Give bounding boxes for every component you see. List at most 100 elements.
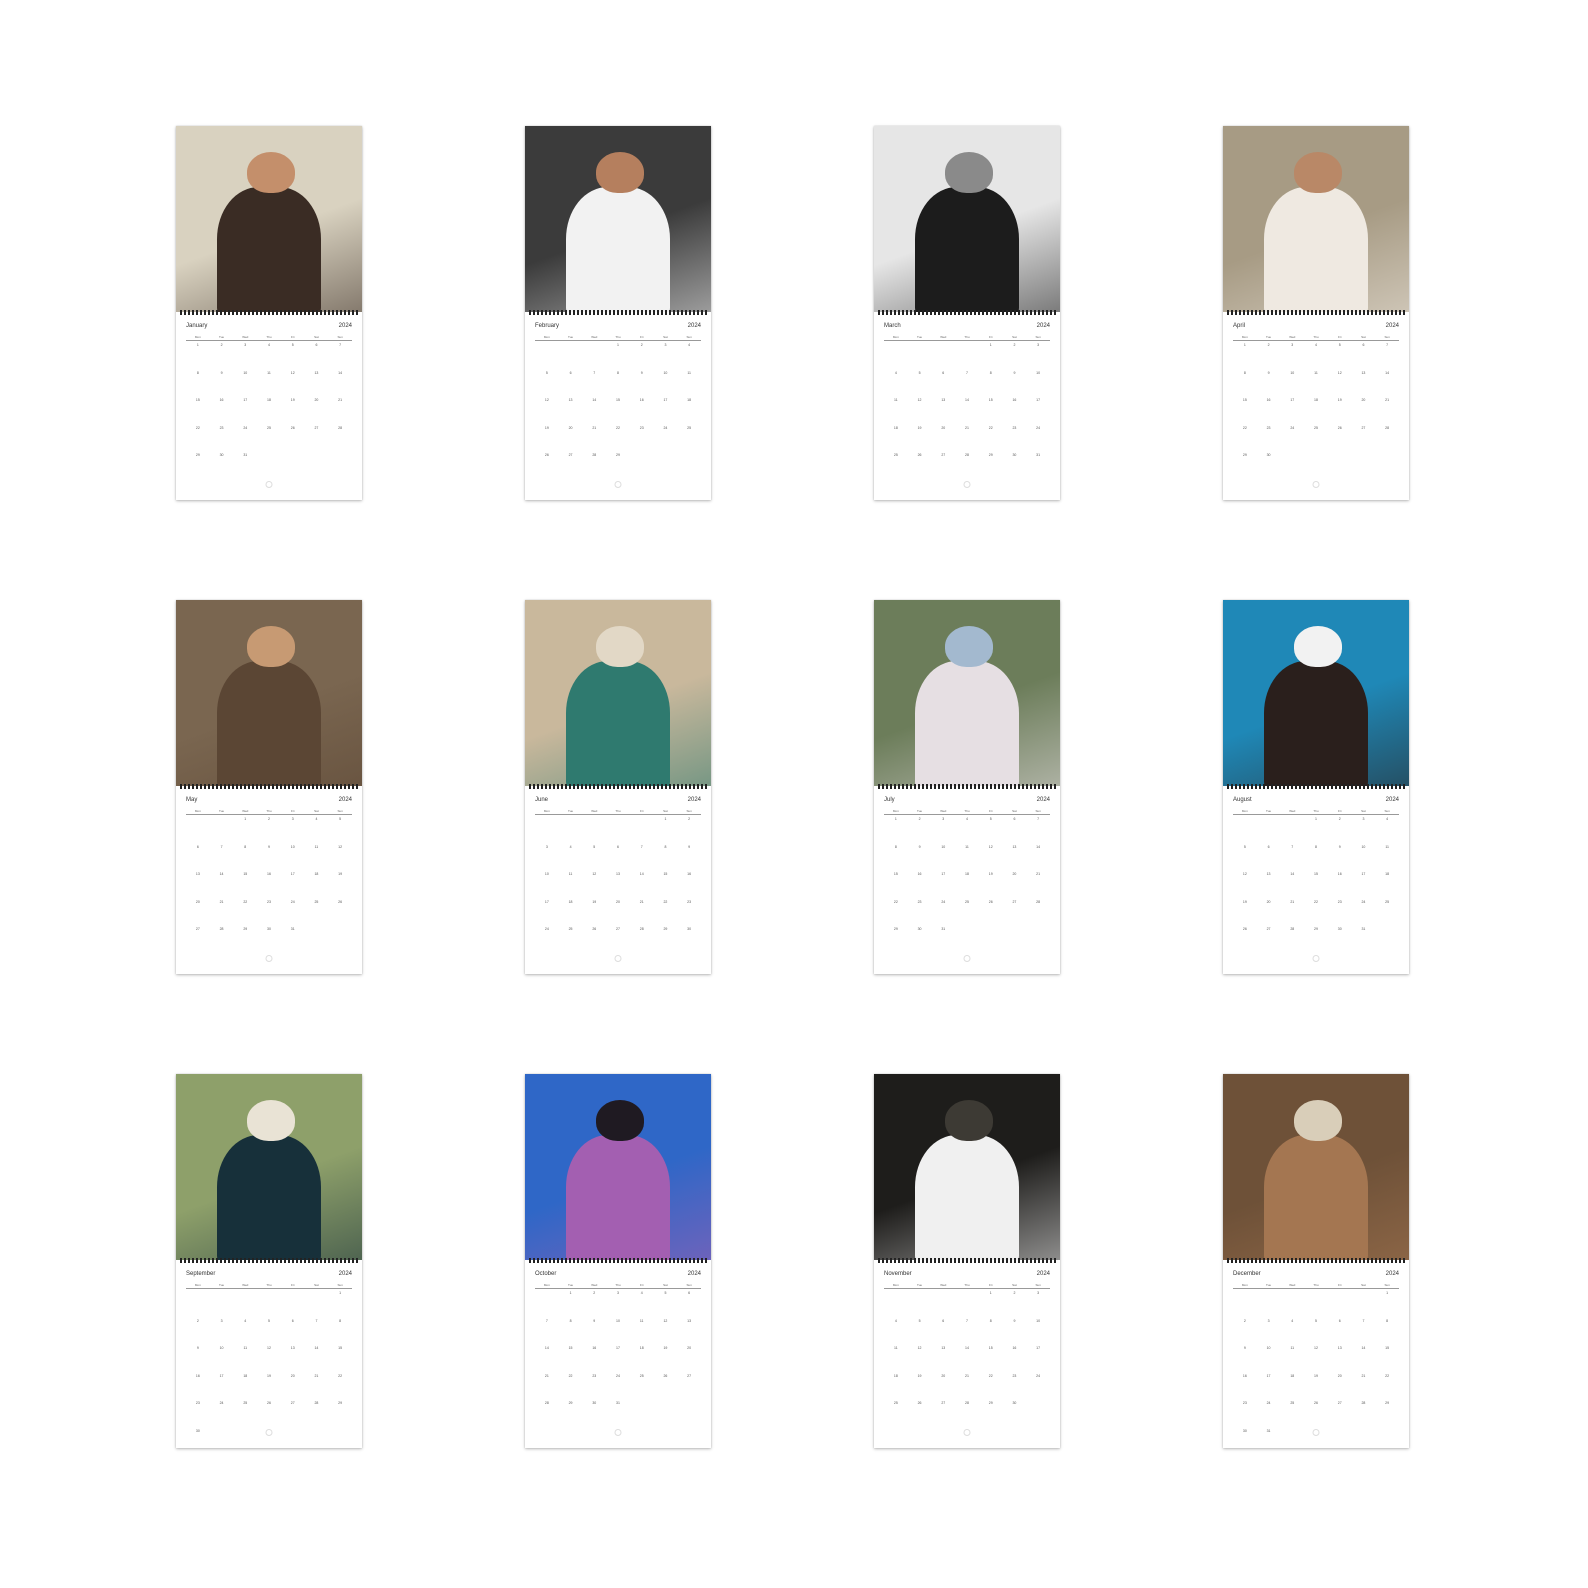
month-photo xyxy=(874,126,1060,312)
day-cell: 29 xyxy=(893,927,898,931)
day-cell: 22 xyxy=(195,425,200,430)
day-blank xyxy=(1233,1290,1257,1318)
weekday-label: Sun xyxy=(1384,809,1390,813)
day-cell: 23 xyxy=(1012,1373,1017,1378)
day-cell: 1 xyxy=(1315,817,1317,821)
weekday-label: Fri xyxy=(988,1283,993,1287)
weekday-label: Sun xyxy=(686,809,692,813)
day-cell: 15 xyxy=(195,398,200,402)
day-cell: 4 xyxy=(1315,343,1317,347)
weekday-label: Thu xyxy=(1313,1283,1319,1287)
weekday-label: Sat xyxy=(1361,335,1366,339)
day-cell: 27 xyxy=(687,1373,692,1378)
day-cell: 15 xyxy=(243,872,248,876)
weekday-label: Sun xyxy=(1035,809,1041,813)
day-cell: 19 xyxy=(663,1346,668,1350)
day-cell: 8 xyxy=(1243,370,1246,375)
day-cell: 11 xyxy=(1290,1346,1295,1350)
year-label: 2024 xyxy=(1385,797,1399,803)
day-cell: 26 xyxy=(917,1401,922,1405)
day-cell: 23 xyxy=(917,899,922,904)
weekday-label: Sun xyxy=(1035,335,1041,339)
day-cell: 24 xyxy=(1290,425,1295,430)
day-cell: 13 xyxy=(616,872,620,876)
day-cell: 13 xyxy=(941,1346,946,1350)
day-cell: 13 xyxy=(568,398,573,402)
weekday-label: Mon xyxy=(1241,809,1248,813)
day-cell: 19 xyxy=(1242,899,1247,904)
day-cell: 3 xyxy=(1267,1318,1270,1323)
day-cell: 28 xyxy=(544,1401,549,1405)
footer-mark xyxy=(265,481,273,488)
day-cell: 23 xyxy=(1337,899,1342,904)
calendar-page: January 2024 Mon Tue Wed Thu Fri Sat Sun 1 2 3 4 5 6 7 8… xyxy=(176,126,362,500)
day-grid: 1 2 3 4 5 6 7 8 9 10 11 12 13 14 15 16 17 18 19 20 21 22 23 24 2… xyxy=(884,816,1050,954)
day-cell: 7 xyxy=(966,370,968,375)
header-rule xyxy=(884,340,1050,341)
day-cell: 23 xyxy=(592,1373,597,1378)
day-cell: 13 xyxy=(687,1318,692,1323)
day-cell: 14 xyxy=(338,370,343,375)
weekday-label: Fri xyxy=(290,809,295,813)
day-cell: 11 xyxy=(314,844,319,849)
day-cell: 24 xyxy=(219,1401,224,1405)
day-blank xyxy=(955,1290,979,1318)
day-cell: 3 xyxy=(664,343,667,347)
footer-mark xyxy=(1312,955,1320,962)
day-cell: 22 xyxy=(616,425,620,430)
day-cell: 21 xyxy=(1290,899,1295,904)
day-cell: 30 xyxy=(267,927,271,931)
day-cell: 17 xyxy=(1290,398,1295,402)
day-cell: 8 xyxy=(617,370,619,375)
day-cell: 19 xyxy=(290,398,295,402)
day-blank xyxy=(582,342,606,370)
weekday-header: Mon Tue Wed Thu Fri Sat Sun xyxy=(884,335,1050,339)
day-cell: 9 xyxy=(196,1346,199,1350)
month-name: November xyxy=(884,1271,912,1277)
weekday-label: Sat xyxy=(1361,1283,1366,1287)
day-blank xyxy=(535,342,559,370)
day-cell: 3 xyxy=(291,817,294,821)
day-cell: 3 xyxy=(1037,1291,1040,1295)
day-cell: 19 xyxy=(1314,1373,1318,1378)
day-cell: 7 xyxy=(545,1318,548,1323)
day-cell: 29 xyxy=(1242,453,1247,457)
weekday-label: Wed xyxy=(591,1283,598,1287)
day-cell: 9 xyxy=(1338,844,1341,849)
day-blank xyxy=(559,816,583,844)
weekday-label: Sun xyxy=(1035,1283,1041,1287)
day-cell: 16 xyxy=(1012,398,1017,402)
weekday-label: Wed xyxy=(242,809,249,813)
month-photo xyxy=(176,126,362,312)
weekday-label: Mon xyxy=(543,809,550,813)
footer-mark xyxy=(963,955,971,962)
day-cell: 18 xyxy=(893,1373,898,1378)
day-cell: 9 xyxy=(918,844,921,849)
day-cell: 21 xyxy=(338,398,343,402)
day-cell: 10 xyxy=(616,1318,620,1323)
day-cell: 12 xyxy=(592,872,597,876)
day-cell: 13 xyxy=(1012,844,1017,849)
header-rule xyxy=(186,1288,352,1289)
footer-mark xyxy=(963,481,971,488)
year-label: 2024 xyxy=(1036,1271,1050,1277)
weekday-label: Sat xyxy=(663,1283,668,1287)
weekday-label: Fri xyxy=(290,335,295,339)
day-cell: 31 xyxy=(290,927,295,931)
day-cell: 7 xyxy=(640,844,643,849)
day-cell: 21 xyxy=(1385,398,1390,402)
month-name: October xyxy=(535,1271,557,1277)
day-cell: 30 xyxy=(1337,927,1342,931)
weekday-label: Sat xyxy=(314,1283,319,1287)
day-cell: 22 xyxy=(893,899,898,904)
spiral-binding xyxy=(529,784,707,789)
weekday-label: Thu xyxy=(266,1283,272,1287)
day-cell: 20 xyxy=(290,1373,295,1378)
day-cell: 24 xyxy=(1036,425,1041,430)
weekday-label: Sat xyxy=(314,335,319,339)
day-blank xyxy=(908,1290,932,1318)
day-cell: 25 xyxy=(568,927,573,931)
month-calendar: July 2024 Mon Tue Wed Thu Fri Sat Sun 1 2 3 4 5 6 7 8 9 10… xyxy=(884,796,1050,954)
day-cell: 20 xyxy=(195,899,200,904)
day-cell: 8 xyxy=(339,1318,342,1323)
